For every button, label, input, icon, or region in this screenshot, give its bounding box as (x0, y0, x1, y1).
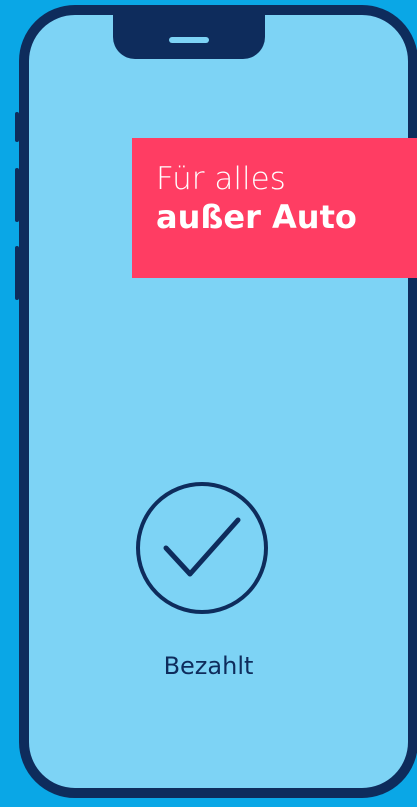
banner-line-1: Für alles (156, 161, 286, 197)
banner-line-2: außer Auto (156, 198, 357, 237)
checkmark-circle-icon (134, 480, 270, 616)
phone-notch (113, 11, 265, 59)
speaker-icon (169, 37, 209, 43)
status-label: Bezahlt (163, 652, 254, 680)
promo-banner: Für alles außer Auto (132, 138, 417, 278)
